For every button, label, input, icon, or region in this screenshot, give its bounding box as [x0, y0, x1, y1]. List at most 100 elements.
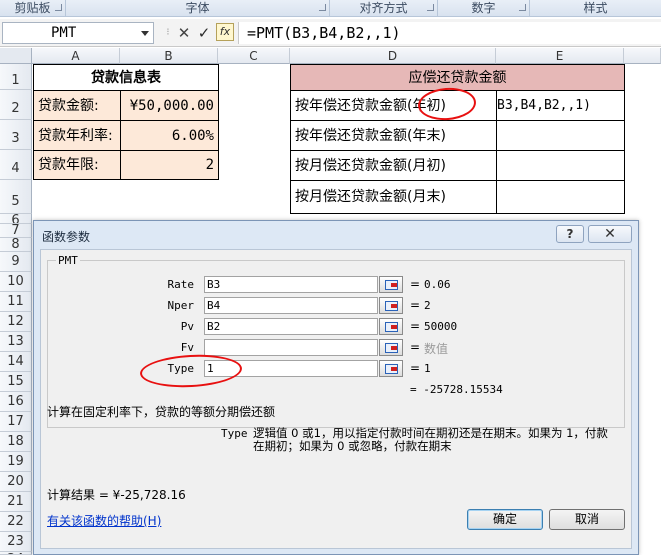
- year-end-label-cell[interactable]: 按年偿还贷款金额(年末): [290, 120, 497, 151]
- help-button[interactable]: ?: [556, 225, 584, 243]
- row-header[interactable]: 1: [0, 64, 32, 90]
- row-header[interactable]: 14: [0, 352, 32, 372]
- formula-input[interactable]: =PMT(B3,B4,B2,,1): [238, 22, 661, 44]
- month-begin-value-cell[interactable]: [496, 150, 625, 181]
- pv-input[interactable]: B2: [204, 318, 378, 335]
- arg-label-rate: Rate: [167, 278, 195, 291]
- ribbon-group-label: 样式: [583, 1, 608, 15]
- column-header-d[interactable]: D: [290, 48, 496, 64]
- dialog-title: 函数参数: [42, 230, 91, 244]
- row-header[interactable]: 20: [0, 472, 32, 492]
- ribbon-group-alignment[interactable]: 对齐方式: [330, 0, 438, 16]
- enter-formula-icon[interactable]: ✓: [196, 24, 212, 42]
- row-header[interactable]: 22: [0, 512, 32, 532]
- collapse-dialog-button[interactable]: [379, 339, 403, 356]
- row-header[interactable]: 18: [0, 432, 32, 452]
- function-description: 计算在固定利率下，贷款的等额分期偿还额: [47, 405, 276, 419]
- calculation-result: 计算结果 = ¥-25,728.16: [47, 488, 186, 502]
- dialog-body: PMT Rate B3 = 0.06 Nper B4 = 2 Pv B2 = 5…: [40, 249, 632, 549]
- row-header[interactable]: 11: [0, 292, 32, 312]
- function-result: = -25728.15534: [410, 383, 503, 396]
- name-box-value: PMT: [51, 25, 77, 41]
- row-header[interactable]: 5: [0, 180, 32, 214]
- row-header[interactable]: 8: [0, 238, 32, 252]
- fv-result: 数值: [424, 342, 449, 356]
- column-header-b[interactable]: B: [120, 48, 218, 64]
- ribbon-group-label: 对齐方式: [359, 1, 408, 15]
- select-all-corner[interactable]: [0, 48, 32, 64]
- range-select-icon: [385, 343, 398, 353]
- amount-label-cell[interactable]: 贷款金额:: [33, 90, 121, 121]
- row-header[interactable]: 9: [0, 252, 32, 272]
- parameter-description-line2: 在期初；如果为 0 或忽略，付款在期末: [253, 439, 452, 453]
- function-help-link[interactable]: 有关该函数的帮助(H): [47, 512, 161, 529]
- ribbon-group-label: 字体: [185, 1, 210, 15]
- dialog-launcher-icon[interactable]: [319, 4, 326, 11]
- row-header[interactable]: 19: [0, 452, 32, 472]
- insert-function-icon[interactable]: fx: [216, 23, 234, 41]
- ribbon-group-label: 剪贴板: [14, 1, 51, 15]
- row-header[interactable]: 2: [0, 90, 32, 120]
- month-end-value-cell[interactable]: [496, 180, 625, 214]
- range-select-icon: [385, 364, 398, 374]
- years-value-cell[interactable]: 2: [120, 150, 219, 180]
- equals-sign: =: [410, 277, 421, 291]
- column-header-e[interactable]: E: [496, 48, 624, 64]
- close-icon[interactable]: ✕: [588, 225, 632, 243]
- formula-bar: PMT ⁝ ✕ ✓ fx =PMT(B3,B4,B2,,1): [0, 19, 661, 47]
- cancel-formula-icon[interactable]: ✕: [176, 24, 192, 42]
- ribbon-group-font[interactable]: 字体: [66, 0, 330, 16]
- month-begin-label-cell[interactable]: 按月偿还贷款金额(月初): [290, 150, 497, 181]
- fv-input[interactable]: [204, 339, 378, 356]
- ribbon-group-number[interactable]: 数字: [438, 0, 530, 16]
- ribbon-group-clipboard[interactable]: 剪贴板: [0, 0, 66, 16]
- year-end-value-cell[interactable]: [496, 120, 625, 151]
- row-header[interactable]: 3: [0, 120, 32, 150]
- row-header[interactable]: 17: [0, 412, 32, 432]
- rate-label-cell[interactable]: 贷款年利率:: [33, 120, 121, 151]
- column-header-a[interactable]: A: [32, 48, 120, 64]
- collapse-dialog-button[interactable]: [379, 318, 403, 335]
- equals-sign: =: [410, 361, 421, 375]
- row-header[interactable]: 10: [0, 272, 32, 292]
- row-header[interactable]: 13: [0, 332, 32, 352]
- column-header-f[interactable]: [624, 48, 661, 64]
- name-box[interactable]: PMT: [2, 22, 154, 44]
- ok-button[interactable]: 确定: [467, 509, 543, 530]
- row-header[interactable]: 16: [0, 392, 32, 412]
- years-label-cell[interactable]: 贷款年限:: [33, 150, 121, 180]
- rate-input[interactable]: B3: [204, 276, 378, 293]
- function-name: PMT: [56, 254, 80, 267]
- dialog-launcher-icon[interactable]: [427, 4, 434, 11]
- column-header-c[interactable]: C: [218, 48, 290, 64]
- collapse-dialog-button[interactable]: [379, 276, 403, 293]
- loan-table-title[interactable]: 贷款信息表: [33, 64, 219, 91]
- collapse-dialog-button[interactable]: [379, 297, 403, 314]
- row-header[interactable]: 23: [0, 532, 32, 552]
- chevron-down-icon[interactable]: [141, 31, 149, 36]
- amount-value-cell[interactable]: ¥50,000.00: [120, 90, 219, 121]
- arg-label-pv: Pv: [180, 320, 194, 333]
- cancel-button[interactable]: 取消: [549, 509, 625, 530]
- type-result: 1: [424, 362, 431, 375]
- row-header[interactable]: 21: [0, 492, 32, 512]
- row-header[interactable]: 4: [0, 150, 32, 180]
- rate-value-cell[interactable]: 6.00%: [120, 120, 219, 151]
- row-header[interactable]: 7: [0, 224, 32, 238]
- ribbon-group-styles[interactable]: 样式: [530, 0, 661, 16]
- nper-input[interactable]: B4: [204, 297, 378, 314]
- row-header[interactable]: 15: [0, 372, 32, 392]
- year-begin-formula-cell[interactable]: B3,B4,B2,,1): [496, 90, 625, 121]
- payment-table-title[interactable]: 应偿还贷款金额: [290, 64, 625, 91]
- collapse-dialog-button[interactable]: [379, 360, 403, 377]
- arg-label-nper: Nper: [167, 299, 195, 312]
- dialog-launcher-icon[interactable]: [55, 4, 62, 11]
- month-end-label-cell[interactable]: 按月偿还贷款金额(月末): [290, 180, 497, 214]
- equals-sign: =: [410, 319, 421, 333]
- range-select-icon: [385, 322, 398, 332]
- row-header[interactable]: 12: [0, 312, 32, 332]
- drag-handle-icon[interactable]: ⁝: [160, 24, 176, 42]
- nper-result: 2: [424, 299, 431, 312]
- parameter-name: Type: [221, 427, 248, 440]
- dialog-launcher-icon[interactable]: [519, 4, 526, 11]
